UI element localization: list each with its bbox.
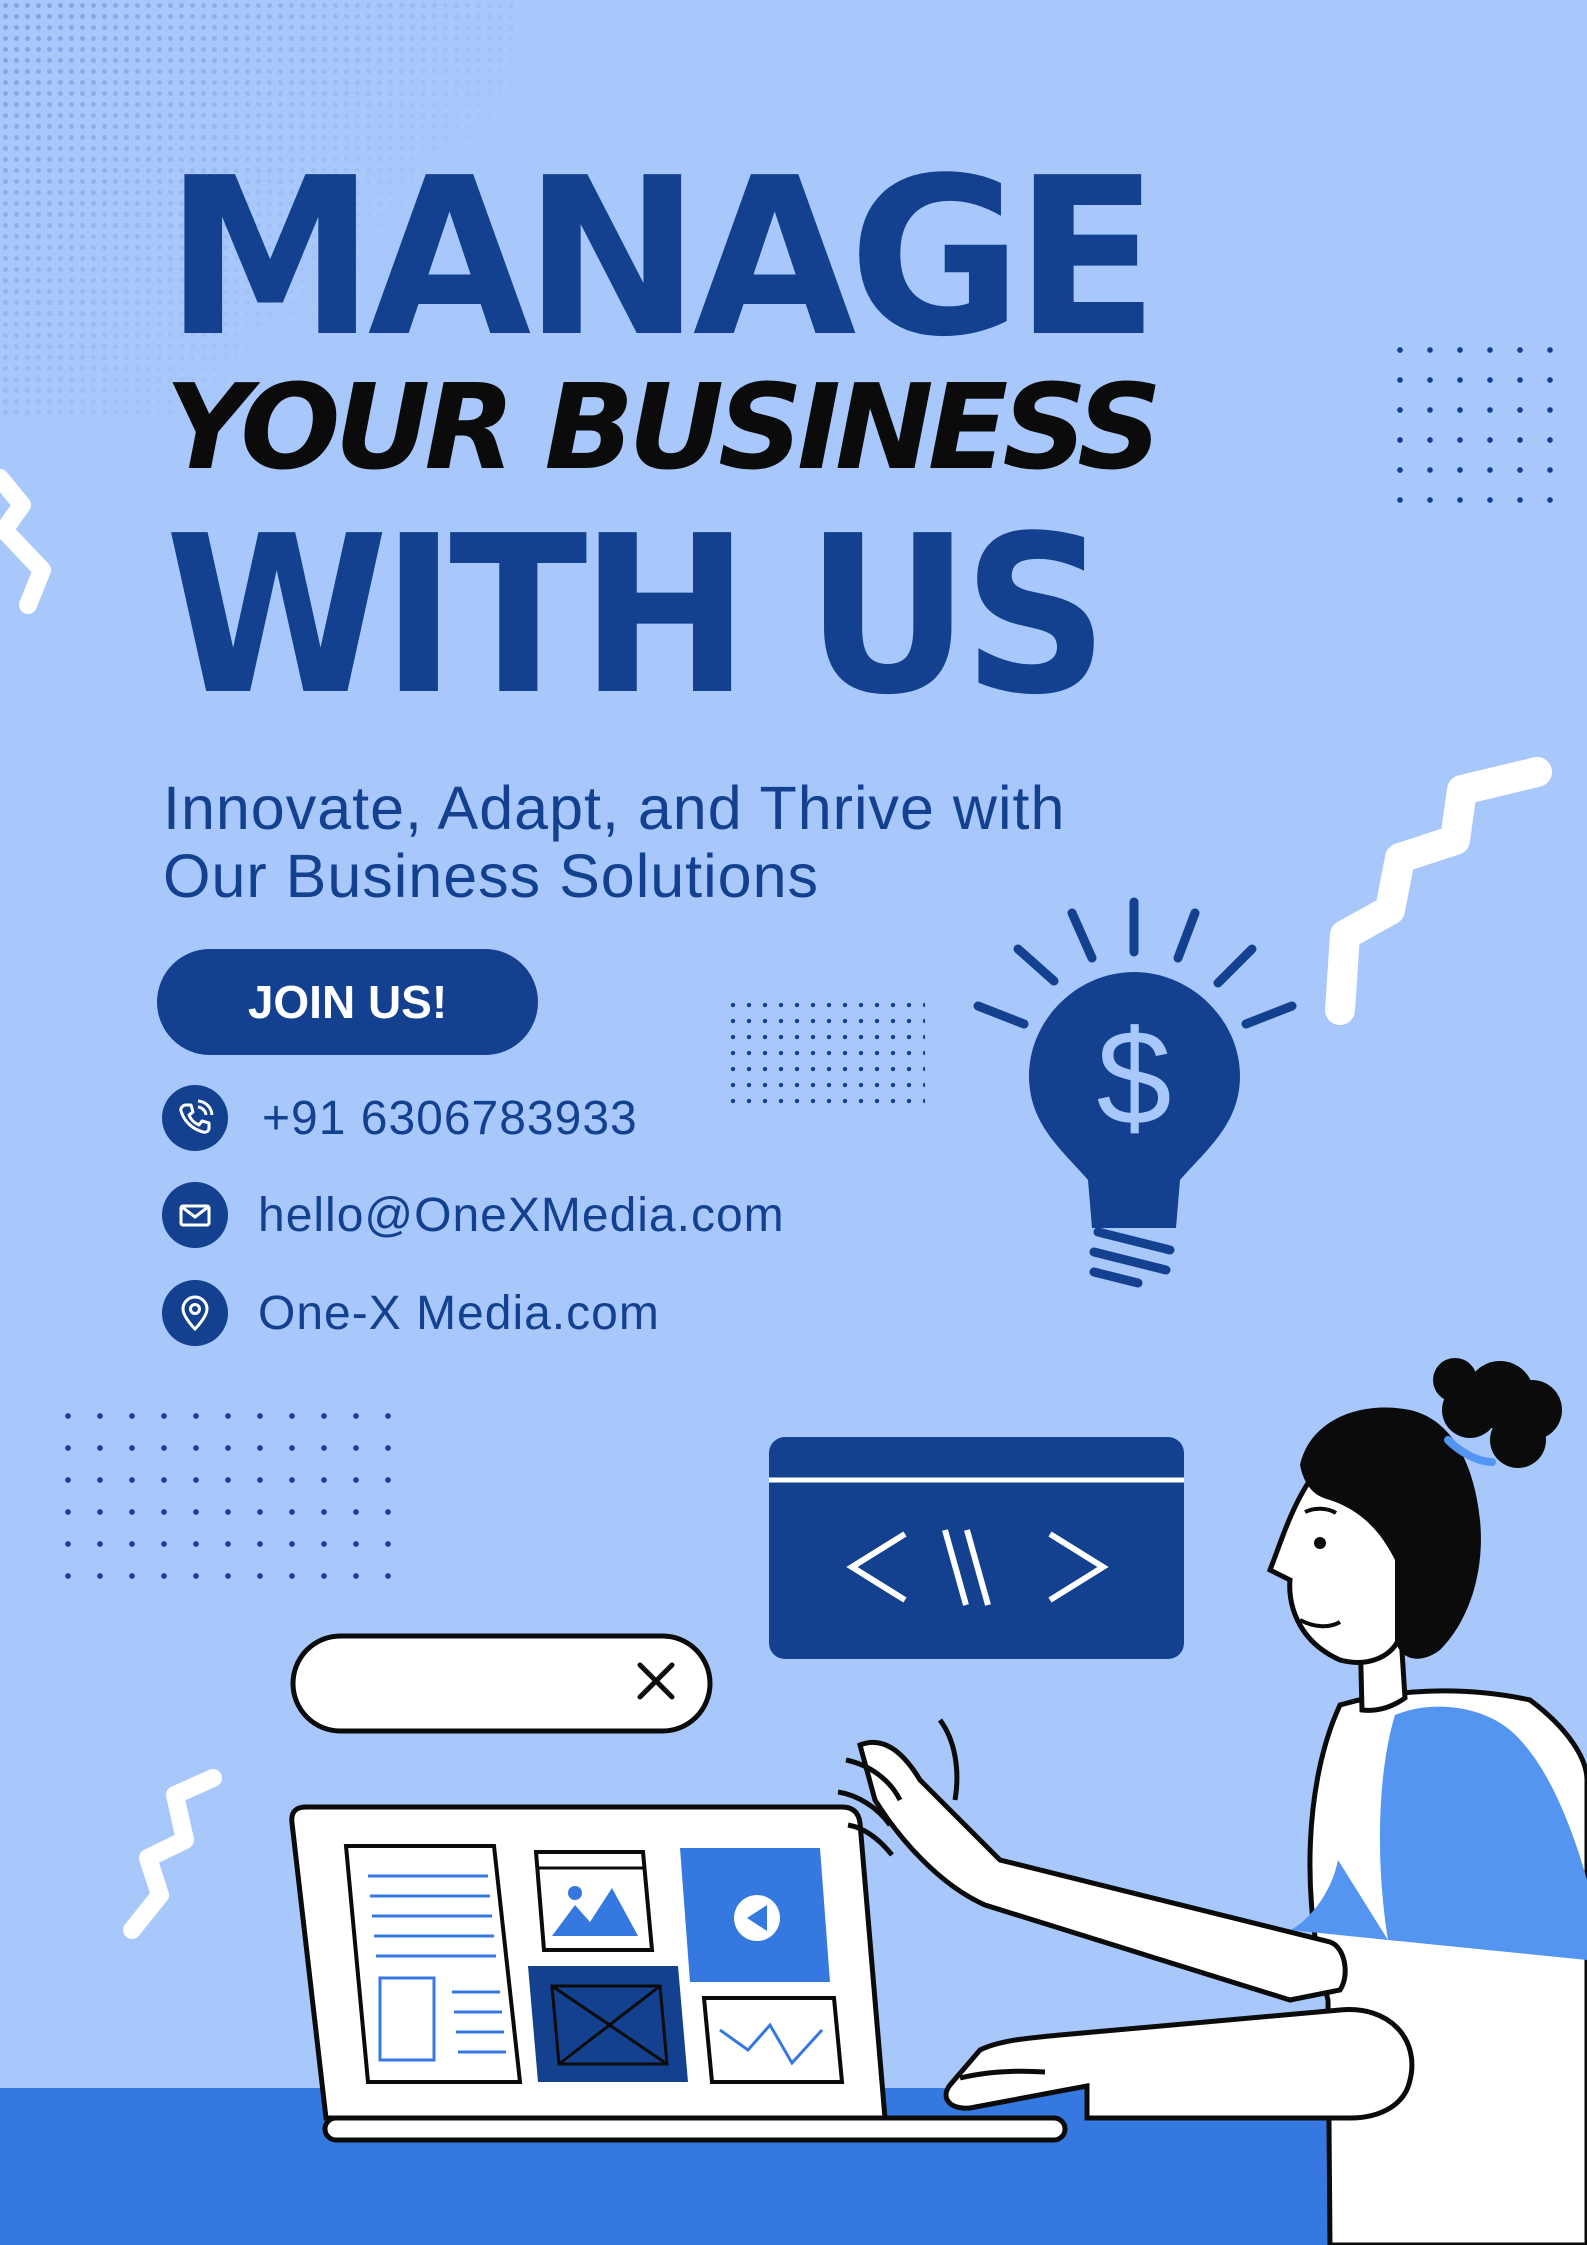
play-icon [680,1848,830,1982]
image-icon [533,1850,655,1952]
document-icon [343,1844,523,2084]
image-placeholder-icon [528,1966,688,2082]
line-chart-icon [701,1996,845,2084]
code-brackets-icon [769,1437,1184,1659]
poster: MANAGE YOUR BUSINESS WITH US Innovate, A… [0,0,1587,2245]
workspace-illustration [289,1358,1587,2245]
search-bar [290,1633,713,1734]
